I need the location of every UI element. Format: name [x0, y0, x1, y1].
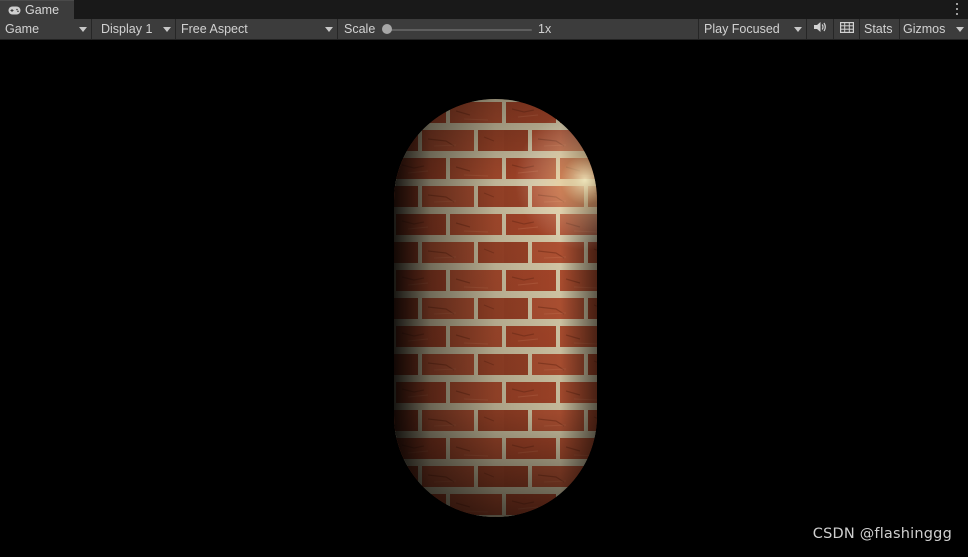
chevron-down-icon [325, 27, 333, 32]
speaker-icon [813, 20, 827, 38]
play-mode-dropdown[interactable]: Play Focused [699, 19, 807, 39]
game-toolbar: Game Display 1 Free Aspect Scale 1x Play… [0, 19, 968, 40]
chevron-down-icon [163, 27, 171, 32]
tab-label: Game [25, 3, 60, 17]
display-dropdown-label: Display 1 [101, 22, 153, 36]
aspect-dropdown-label: Free Aspect [181, 22, 248, 36]
brick-capsule [394, 99, 597, 517]
gamepad-icon [8, 6, 21, 15]
scale-slider-track[interactable] [387, 29, 532, 31]
view-dropdown-label: Game [5, 22, 40, 36]
gizmos-label: Gizmos [903, 22, 946, 36]
mute-audio-button[interactable] [807, 19, 834, 39]
scale-label: Scale [344, 22, 376, 36]
aspect-dropdown[interactable]: Free Aspect [176, 19, 338, 39]
chevron-down-icon [794, 27, 802, 32]
stats-grid-button[interactable] [834, 19, 860, 39]
gizmos-dropdown[interactable]: Gizmos [900, 19, 968, 39]
watermark-text: CSDN @flashinggg [812, 526, 952, 542]
stats-button[interactable]: Stats [860, 19, 900, 39]
grid-icon [839, 20, 854, 38]
stats-label: Stats [864, 22, 893, 36]
chevron-down-icon [79, 27, 87, 32]
tab-bar: Game [0, 0, 968, 19]
kebab-menu-icon[interactable] [954, 2, 960, 16]
view-dropdown[interactable]: Game [0, 19, 92, 39]
rendered-scene [394, 99, 597, 517]
chevron-down-icon [956, 27, 964, 32]
display-dropdown[interactable]: Display 1 [96, 19, 176, 39]
tab-game[interactable]: Game [0, 0, 74, 19]
scale-value: 1x [538, 22, 552, 36]
scale-slider-handle[interactable] [382, 24, 392, 34]
play-mode-label: Play Focused [704, 22, 780, 36]
game-viewport[interactable]: CSDN @flashinggg [0, 40, 968, 552]
